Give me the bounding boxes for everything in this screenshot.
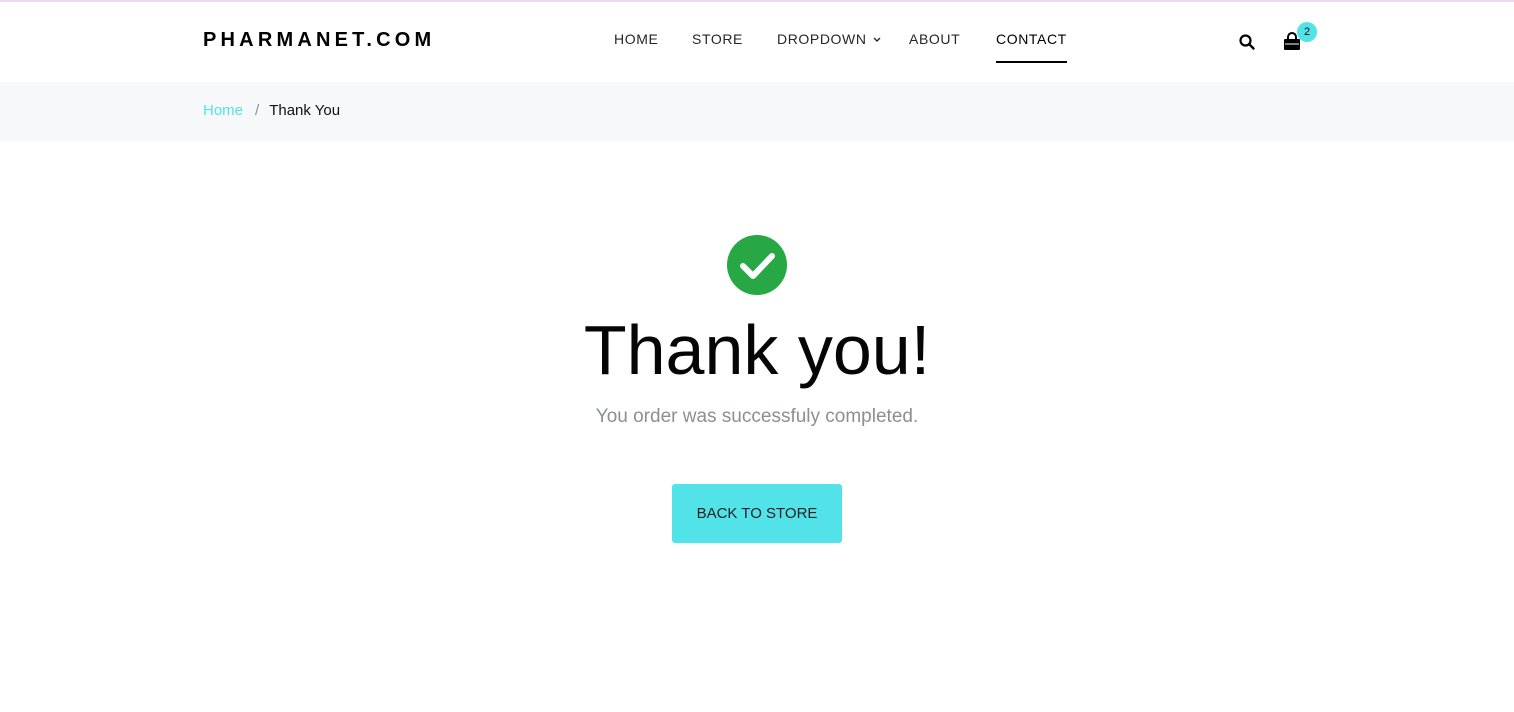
search-icon[interactable] bbox=[1238, 33, 1256, 51]
page-title: Thank you! bbox=[583, 311, 931, 389]
site-header: PHARMANET.COM HOME STORE DROPDOWN ABOUT … bbox=[0, 2, 1514, 82]
active-nav-underline bbox=[996, 61, 1067, 63]
nav-item-dropdown[interactable]: DROPDOWN bbox=[777, 31, 881, 47]
nav-item-dropdown-label: DROPDOWN bbox=[777, 31, 867, 47]
breadcrumb-separator: / bbox=[255, 102, 260, 119]
breadcrumb-home-link[interactable]: Home bbox=[203, 102, 243, 119]
chevron-down-icon bbox=[873, 37, 881, 42]
nav-item-contact-label: CONTACT bbox=[996, 31, 1067, 47]
nav-item-home[interactable]: HOME bbox=[614, 31, 658, 47]
breadcrumb-current: Thank You bbox=[269, 102, 341, 119]
order-success-message: You order was successfuly completed. bbox=[595, 406, 919, 427]
cart-count-badge: 2 bbox=[1297, 22, 1317, 42]
breadcrumb-bar: Home / Thank You bbox=[0, 82, 1514, 141]
nav-item-about[interactable]: ABOUT bbox=[909, 31, 960, 47]
back-to-store-button[interactable]: BACK TO STORE bbox=[672, 484, 842, 543]
breadcrumb: Home / Thank You bbox=[203, 102, 340, 119]
site-logo[interactable]: PHARMANET.COM bbox=[203, 29, 435, 52]
nav-item-store[interactable]: STORE bbox=[692, 31, 743, 47]
check-circle-icon bbox=[727, 235, 787, 295]
nav-item-contact[interactable]: CONTACT bbox=[996, 31, 1067, 63]
